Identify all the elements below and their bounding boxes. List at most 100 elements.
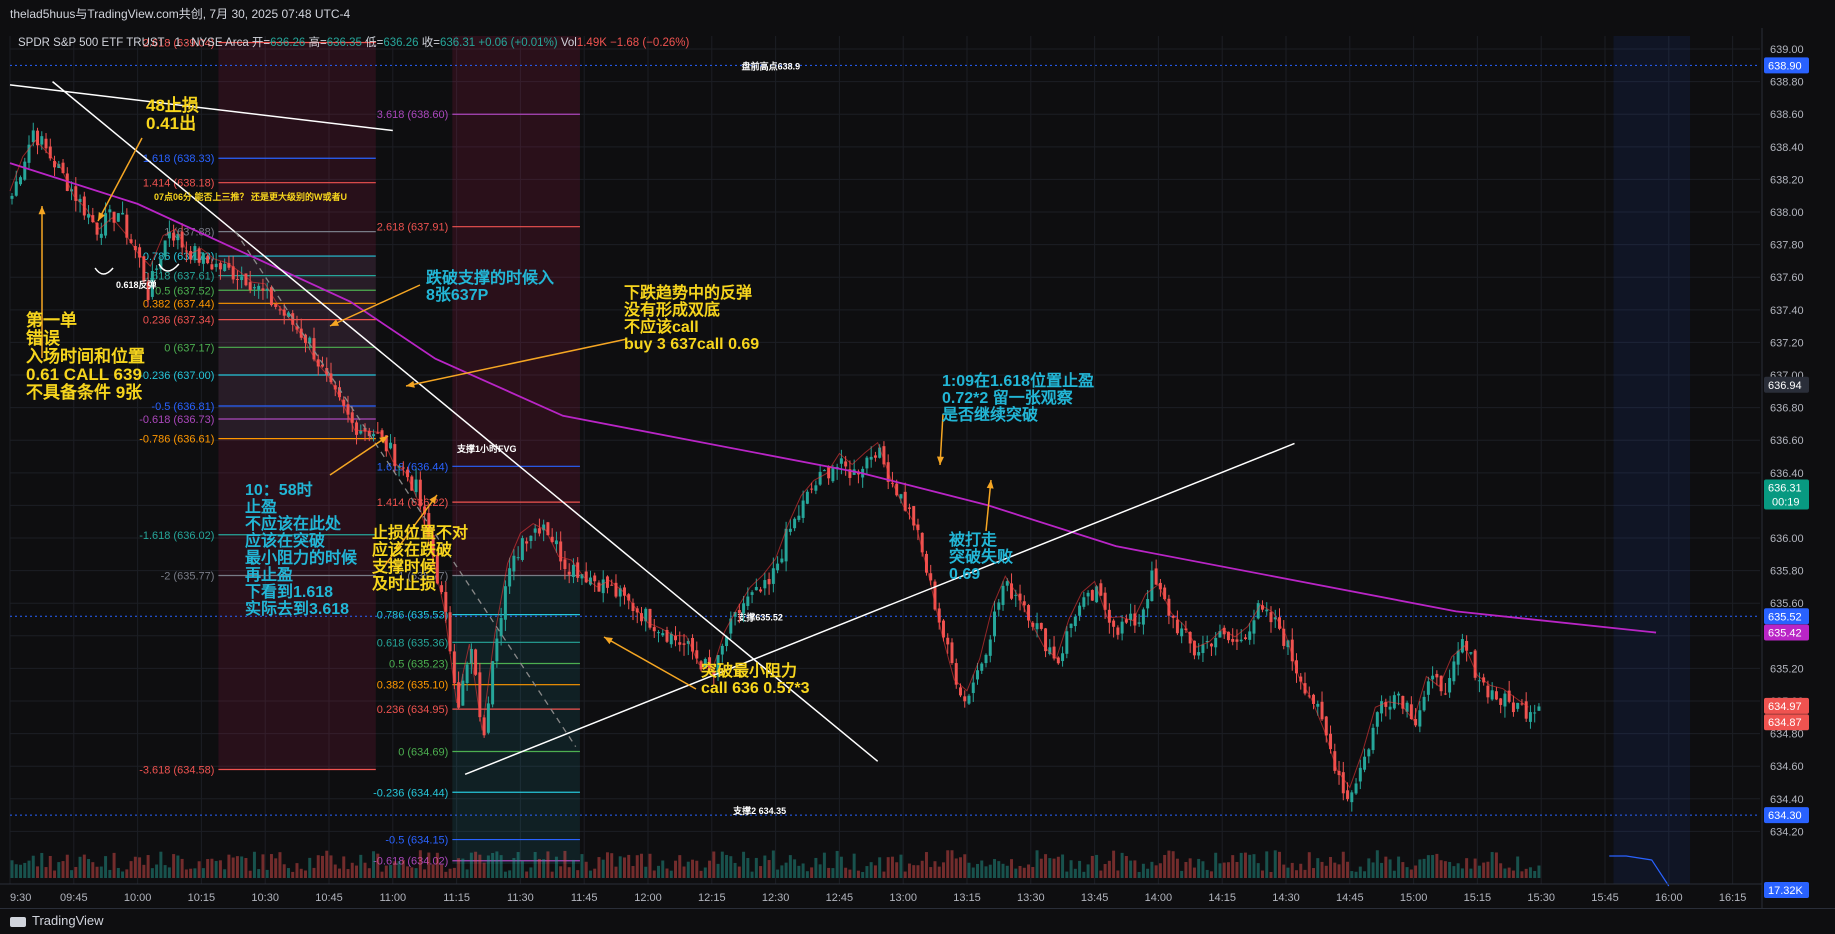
candle-body <box>814 485 818 491</box>
volume-bar <box>206 859 210 878</box>
legend-segment: 636.35 <box>327 37 362 49</box>
annotation-text: 1:09在1.618位置止盈 0.72*2 留一张观察是否继续突破 <box>941 371 1094 424</box>
fib-level-label: 0.5 (635.23) <box>389 659 448 671</box>
legend-segment: 开= <box>249 37 271 49</box>
volume-bar <box>1465 858 1469 878</box>
volume-bar <box>873 865 877 878</box>
candle-body <box>1380 701 1384 714</box>
volume-bar <box>733 862 737 878</box>
time-tick-label: 10:00 <box>124 892 152 904</box>
volume-bar <box>1171 851 1175 878</box>
volume-bar <box>920 860 924 878</box>
volume-bar <box>1337 864 1341 878</box>
legend-segment: 636.26 <box>383 37 418 49</box>
volume-bar <box>1175 858 1179 878</box>
candle-body <box>1375 712 1379 727</box>
volume-bar <box>576 870 580 878</box>
time-tick-label: 11:30 <box>507 892 534 904</box>
volume-bar <box>1486 861 1490 878</box>
candle-body <box>1146 599 1150 609</box>
volume-bar <box>678 855 682 878</box>
volume-bar <box>520 860 524 878</box>
candle-body <box>682 643 686 645</box>
candle-body <box>797 515 801 520</box>
candle-body <box>1533 712 1537 714</box>
volume-bar <box>1197 858 1201 878</box>
candle-body <box>1073 616 1077 627</box>
volume-bar <box>359 854 363 878</box>
volume-bar <box>129 861 133 878</box>
volume-bar <box>750 871 754 878</box>
legend-segment: 高= <box>305 35 327 49</box>
candle-body <box>1107 609 1111 623</box>
candle-body <box>593 575 597 582</box>
price-tick-label: 636.80 <box>1770 403 1804 415</box>
candle-body <box>44 138 48 149</box>
candle-body <box>512 555 516 572</box>
volume-bar <box>397 861 401 878</box>
price-badge-label: 638.90 <box>1768 60 1802 72</box>
volume-bar <box>1533 870 1537 878</box>
volume-bar <box>495 851 499 878</box>
candle-body <box>567 571 571 575</box>
volume-bar <box>1082 871 1086 878</box>
volume-bar <box>993 859 997 878</box>
candle-body <box>372 434 376 437</box>
volume-bar <box>423 869 427 878</box>
price-chart[interactable]: 2.618 (639.04) 1.618 (638.33) 1.414 (638.1… <box>0 28 1835 908</box>
volume-bar <box>112 852 116 878</box>
time-tick-label: 14:15 <box>1208 892 1236 904</box>
legend-segment: −1.68 (−0.26%) <box>607 37 690 49</box>
volume-bar <box>1027 864 1031 878</box>
volume-bar <box>516 852 520 878</box>
volume-bar <box>1001 863 1005 878</box>
volume-bar <box>1154 865 1158 878</box>
candle-body <box>737 610 741 614</box>
candle-body <box>959 687 962 696</box>
volume-bar <box>1048 858 1052 878</box>
annotation-line: 0.69 <box>949 566 980 583</box>
time-tick-label: 15:30 <box>1527 892 1555 904</box>
candle-body <box>1231 639 1235 642</box>
volume-bar <box>1044 854 1048 878</box>
volume-bar <box>661 860 665 878</box>
candle-body <box>1511 702 1515 713</box>
volume-bar <box>1375 850 1379 878</box>
volume-bar <box>971 867 975 878</box>
volume-bar <box>784 862 788 878</box>
candle-body <box>776 563 780 571</box>
volume-bar <box>559 866 563 878</box>
annotation-line: 0.72*2 留一张观察 <box>942 388 1074 407</box>
volume-bar <box>695 860 699 878</box>
volume-bar <box>27 860 31 878</box>
fib-level-label: -3.618 (634.58) <box>139 764 214 776</box>
candle-body <box>742 603 746 614</box>
chart-canvas[interactable]: 2.618 (639.04)1.618 (638.33)1.414 (638.1… <box>0 28 1835 908</box>
volume-bar <box>1537 865 1541 878</box>
tradingview-logo[interactable]: TradingView <box>10 913 104 928</box>
candle-body <box>610 584 614 586</box>
candle-body <box>172 232 176 241</box>
volume-bar <box>1388 859 1392 878</box>
candle-body <box>1448 678 1452 693</box>
volume-bar <box>1524 868 1528 878</box>
candle-body <box>461 680 465 706</box>
volume-bar <box>1052 858 1056 878</box>
key-level-label: 盘前高点638.9 <box>742 60 801 71</box>
candle-body <box>1422 696 1426 711</box>
volume-bar <box>508 870 512 878</box>
time-tick-label: 12:30 <box>762 892 790 904</box>
volume-bar <box>48 855 52 878</box>
candle-body <box>657 632 660 634</box>
volume-bar <box>1103 864 1107 878</box>
volume-bar <box>393 861 397 878</box>
candle-body <box>818 471 822 485</box>
volume-bar <box>899 854 903 878</box>
volume-bar <box>776 869 780 878</box>
candle-body <box>559 541 563 562</box>
price-badge-label: 635.42 <box>1768 628 1802 640</box>
candle-body <box>950 642 954 663</box>
volume-bar <box>1069 860 1073 878</box>
annotation-line: 跌破支撑的时候入 <box>426 268 554 287</box>
candle-body <box>1248 631 1252 640</box>
